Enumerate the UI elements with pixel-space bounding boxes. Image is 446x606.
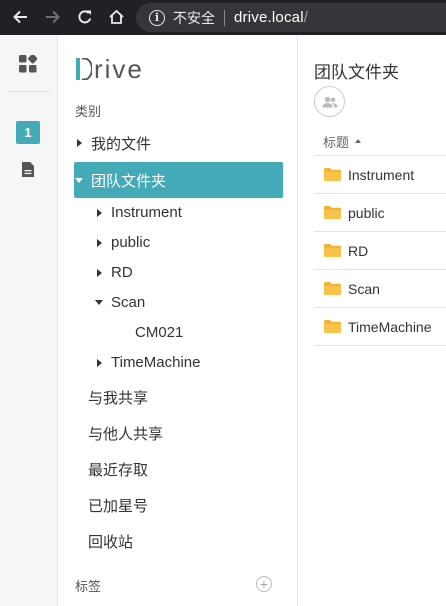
table-row[interactable]: RD xyxy=(314,232,446,270)
main-panel: 团队文件夹 标题 Instrument public RD Scan TimeMachi… xyxy=(299,35,446,606)
document-icon[interactable] xyxy=(21,161,35,183)
sidebar-item-recent[interactable]: 最近存取 xyxy=(88,459,148,480)
sidebar-item-label: 我的文件 xyxy=(91,135,152,153)
caret-right-icon[interactable] xyxy=(74,139,84,147)
logo-text: rive xyxy=(94,53,144,84)
sidebar-item-label: TimeMachine xyxy=(111,354,201,371)
back-arrow-icon[interactable] xyxy=(8,5,32,29)
security-label: 不安全 xyxy=(173,9,215,26)
url-text: drive.local/ xyxy=(234,9,308,26)
sidebar-item-label: Instrument xyxy=(111,204,182,221)
table-row[interactable]: Instrument xyxy=(314,156,446,194)
folder-icon xyxy=(324,168,341,181)
sidebar-item-my-files[interactable]: 我的文件 xyxy=(74,126,283,160)
row-title: Scan xyxy=(348,280,380,297)
file-table: 标题 Instrument public RD Scan TimeMachine xyxy=(314,127,446,346)
caret-right-icon[interactable] xyxy=(94,208,104,217)
rail-divider xyxy=(9,91,49,92)
row-title: RD xyxy=(348,242,369,259)
drive-logo[interactable]: rive xyxy=(76,53,144,84)
row-title: Instrument xyxy=(348,166,415,183)
apps-grid-icon[interactable] xyxy=(19,54,38,73)
row-title: TimeMachine xyxy=(348,318,432,335)
address-bar[interactable]: i 不安全 drive.local/ xyxy=(136,3,446,32)
logo-d-mark xyxy=(76,58,92,80)
caret-right-icon[interactable] xyxy=(94,358,104,367)
caret-down-icon[interactable] xyxy=(74,177,84,183)
browser-toolbar: i 不安全 drive.local/ xyxy=(0,0,446,35)
folder-icon xyxy=(324,206,341,219)
forward-arrow-icon[interactable] xyxy=(41,5,65,29)
sidebar-item-timemachine[interactable]: TimeMachine xyxy=(74,346,283,379)
sidebar-item-recycle-bin[interactable]: 回收站 xyxy=(88,531,133,552)
reload-icon[interactable] xyxy=(73,5,97,29)
sidebar-item-rd[interactable]: RD xyxy=(74,256,283,289)
folder-icon xyxy=(324,282,341,295)
sidebar-item-label: RD xyxy=(111,264,133,281)
sidebar-item-team-folder[interactable]: 团队文件夹 xyxy=(74,162,283,198)
tags-label: 标签 xyxy=(75,579,102,594)
sidebar-item-label: 团队文件夹 xyxy=(91,172,167,190)
table-row[interactable]: public xyxy=(314,194,446,232)
sort-ascending-icon[interactable] xyxy=(355,139,362,143)
sidebar-item-starred[interactable]: 已加星号 xyxy=(88,495,148,516)
info-icon[interactable]: i xyxy=(149,9,165,26)
folder-icon xyxy=(324,320,341,333)
column-header-title[interactable]: 标题 xyxy=(314,127,446,156)
home-icon[interactable] xyxy=(104,5,128,29)
category-label: 类别 xyxy=(75,104,102,119)
add-tag-icon[interactable]: + xyxy=(256,576,272,592)
sidebar-item-cm021[interactable]: CM021 xyxy=(74,316,283,349)
caret-down-icon[interactable] xyxy=(94,300,104,305)
sidebar-item-label: public xyxy=(111,234,151,251)
table-row[interactable]: Scan xyxy=(314,270,446,308)
caret-right-icon[interactable] xyxy=(94,238,104,247)
column-header-label: 标题 xyxy=(323,134,350,150)
sidebar-item-public[interactable]: public xyxy=(74,226,283,259)
row-title: public xyxy=(348,204,385,221)
folder-icon xyxy=(324,244,341,257)
drive-badge[interactable]: 1 xyxy=(16,121,40,144)
sidebar: rive 类别 我的文件 团队文件夹 Instrument public RD … xyxy=(59,35,298,606)
members-icon[interactable] xyxy=(314,86,345,117)
url-host: drive.local xyxy=(234,9,304,26)
caret-right-icon[interactable] xyxy=(94,268,104,277)
sidebar-item-label: CM021 xyxy=(135,324,184,341)
page-title: 团队文件夹 xyxy=(314,63,399,82)
url-path: / xyxy=(303,9,309,26)
sidebar-item-shared-with-others[interactable]: 与他人共享 xyxy=(88,423,163,444)
sidebar-item-instrument[interactable]: Instrument xyxy=(74,196,283,229)
sidebar-item-label: Scan xyxy=(111,294,146,311)
sidebar-item-shared-with-me[interactable]: 与我共享 xyxy=(88,387,148,408)
table-row[interactable]: TimeMachine xyxy=(314,308,446,346)
address-separator xyxy=(224,9,225,26)
app-rail: 1 xyxy=(0,35,58,606)
sidebar-item-scan[interactable]: Scan xyxy=(74,286,283,319)
